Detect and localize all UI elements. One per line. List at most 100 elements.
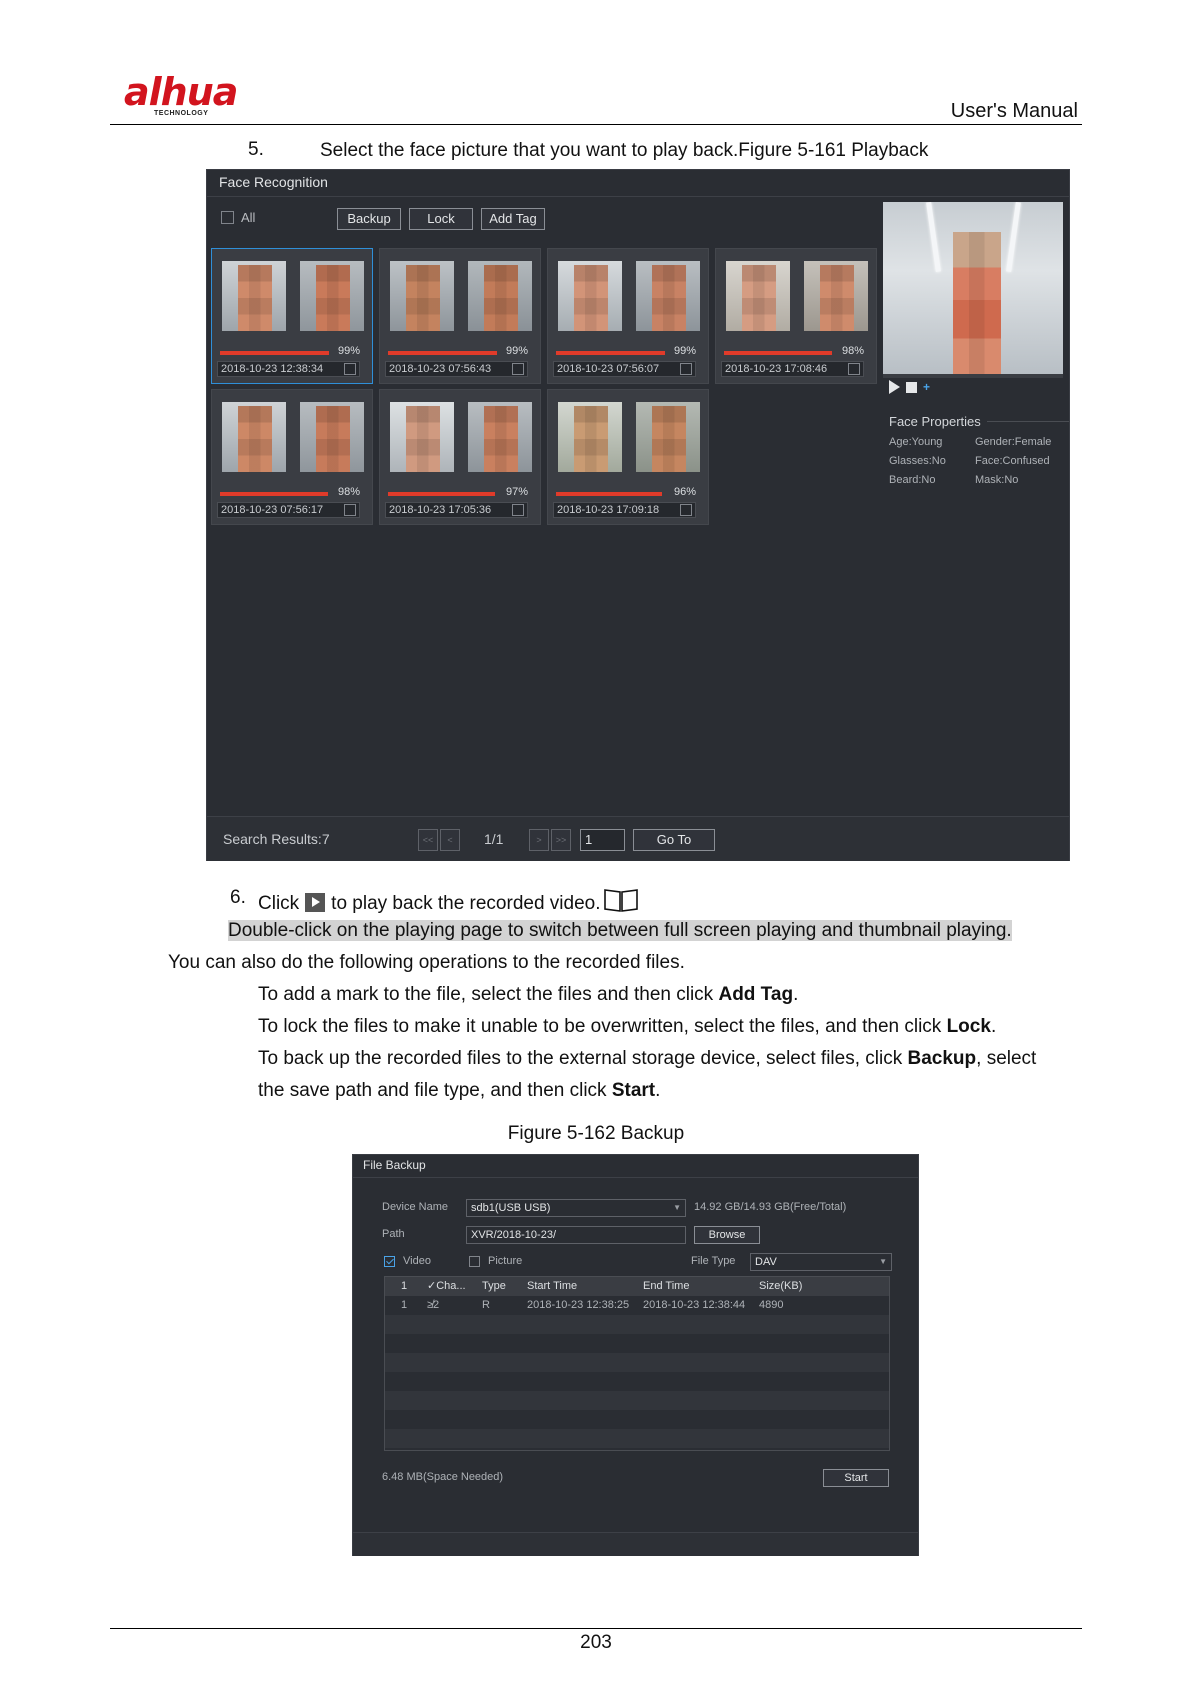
prev-page-button[interactable]: < [440,829,460,851]
device-name-label: Device Name [382,1201,449,1213]
next-page-button[interactable]: > [529,829,549,851]
step-5-text: Select the face picture that you want to… [320,140,929,161]
empty-row [385,1429,889,1448]
face-result-card[interactable]: 97% 2018-10-23 17:05:36 [379,389,541,525]
face-properties-title: Face Properties [889,414,1069,429]
card-checkbox[interactable] [512,363,524,375]
preview-frame [883,202,1063,374]
start-button[interactable]: Start [823,1469,889,1487]
search-results-count: Search Results:7 [223,831,330,847]
card-checkbox[interactable] [848,363,860,375]
capacity-info: 14.92 GB/14.93 GB(Free/Total) [694,1201,847,1213]
card-checkbox[interactable] [680,363,692,375]
bullet-text: To add a mark to the file, select the fi… [258,984,719,1005]
video-checkbox[interactable] [384,1255,395,1267]
face-result-card[interactable]: 98% 2018-10-23 17:08:46 [715,248,877,384]
capture-time: 2018-10-23 17:08:46 [721,361,864,377]
go-to-button[interactable]: Go To [633,829,715,851]
play-icon [305,893,326,912]
play-icon[interactable] [889,380,900,394]
property-row: Glasses:No Face:Confused [889,452,1069,471]
chevron-down-icon: ▼ [673,1203,681,1212]
face-result-card[interactable]: 98% 2018-10-23 07:56:17 [211,389,373,525]
file-backup-panel: File Backup Device Name sdb1(USB USB) ▼ … [352,1154,919,1556]
playback-controls: + [889,380,930,394]
ceiling-light [926,202,941,273]
path-input[interactable]: XVR/2018-10-23/ [466,1226,686,1244]
logo-text: alhua [124,70,238,114]
face-recognition-panel: Face Recognition All Backup Lock Add Tag… [206,169,1070,861]
file-type-select[interactable]: DAV ▼ [750,1253,892,1271]
video-option[interactable]: Video [384,1255,431,1267]
page-number-input[interactable]: 1 [580,829,625,851]
path-label: Path [382,1228,405,1240]
card-checkbox[interactable] [680,504,692,516]
capture-time-text: 2018-10-23 07:56:17 [221,504,324,516]
table-cell: 2018-10-23 12:38:44 [643,1299,746,1311]
card-checkbox[interactable] [344,504,356,516]
select-all[interactable]: All [221,210,255,225]
picture-checkbox[interactable] [469,1255,480,1267]
snapshot-thumbnail [222,261,286,331]
beard-property: Beard:No [889,474,936,486]
similarity-score: 99% [337,345,360,357]
playback-preview[interactable]: + [883,202,1063,394]
column-header: Type [482,1280,506,1292]
face-thumbnail [468,402,532,472]
browse-button[interactable]: Browse [694,1226,760,1244]
file-type-label: File Type [691,1255,736,1267]
similarity-bar [556,492,662,496]
mask-property: Mask:No [975,474,1019,486]
column-header: Start Time [527,1280,578,1292]
snapshot-thumbnail [222,402,286,472]
face-results-grid: 99% 2018-10-23 12:38:34 99% 2018-10-23 0… [211,248,877,538]
picture-option[interactable]: Picture [469,1255,522,1267]
card-checkbox[interactable] [512,504,524,516]
device-name-select[interactable]: sdb1(USB USB) ▼ [466,1199,686,1217]
face-result-card[interactable]: 99% 2018-10-23 07:56:07 [547,248,709,384]
bullet-backup-cont: the save path and file type, and then cl… [258,1079,660,1103]
face-result-card[interactable]: 99% 2018-10-23 07:56:43 [379,248,541,384]
space-needed: 6.48 MB(Space Needed) [382,1471,504,1483]
stop-icon[interactable] [906,381,917,393]
glasses-property: Glasses:No [889,455,946,467]
snapshot-thumbnail [726,261,790,331]
similarity-bar [388,351,497,355]
select-all-label: All [241,210,256,225]
note-text: Double-click on the playing page to swit… [228,919,1012,943]
similarity-score: 98% [337,486,360,498]
column-header[interactable]: ✓Cha... [427,1277,466,1296]
capture-time: 2018-10-23 12:38:34 [217,361,360,377]
search-footer: Search Results:7 << < 1/1 > >> 1 Go To [207,817,1069,861]
lock-button[interactable]: Lock [409,208,473,230]
bullet-text: . [655,1080,661,1101]
title-divider [207,196,1069,197]
face-result-card[interactable]: 96% 2018-10-23 17:09:18 [547,389,709,525]
table-cell[interactable]: ≱2 [427,1296,439,1315]
table-row[interactable]: 1 ≱2 R 2018-10-23 12:38:25 2018-10-23 12… [385,1296,889,1315]
page-number: 203 [580,1632,612,1653]
capture-time: 2018-10-23 07:56:17 [217,502,360,518]
column-header: Size(KB) [759,1280,803,1292]
face-thumbnail [636,402,700,472]
first-page-button[interactable]: << [418,829,438,851]
last-page-button[interactable]: >> [551,829,571,851]
face-result-card[interactable]: 99% 2018-10-23 12:38:34 [211,248,373,384]
step-6-line: Click to play back the recorded video. [258,887,639,916]
bullet-text: . [793,984,799,1005]
backup-button[interactable]: Backup [337,208,401,230]
empty-row [385,1353,889,1372]
add-tag-button[interactable]: Add Tag [481,208,545,230]
header-divider [110,124,1082,125]
similarity-bar [220,492,328,496]
capture-time-text: 2018-10-23 07:56:43 [389,363,492,375]
card-checkbox[interactable] [344,363,356,375]
tag-icon[interactable]: + [923,380,930,394]
select-all-checkbox[interactable] [221,211,234,224]
ceiling-light [1006,202,1021,273]
property-row: Beard:No Mask:No [889,471,1069,490]
capture-time: 2018-10-23 17:09:18 [553,502,696,518]
snapshot-thumbnail [390,261,454,331]
bullet-text: To lock the files to make it unable to b… [258,1016,947,1037]
face-properties-label: Face Properties [889,414,981,429]
